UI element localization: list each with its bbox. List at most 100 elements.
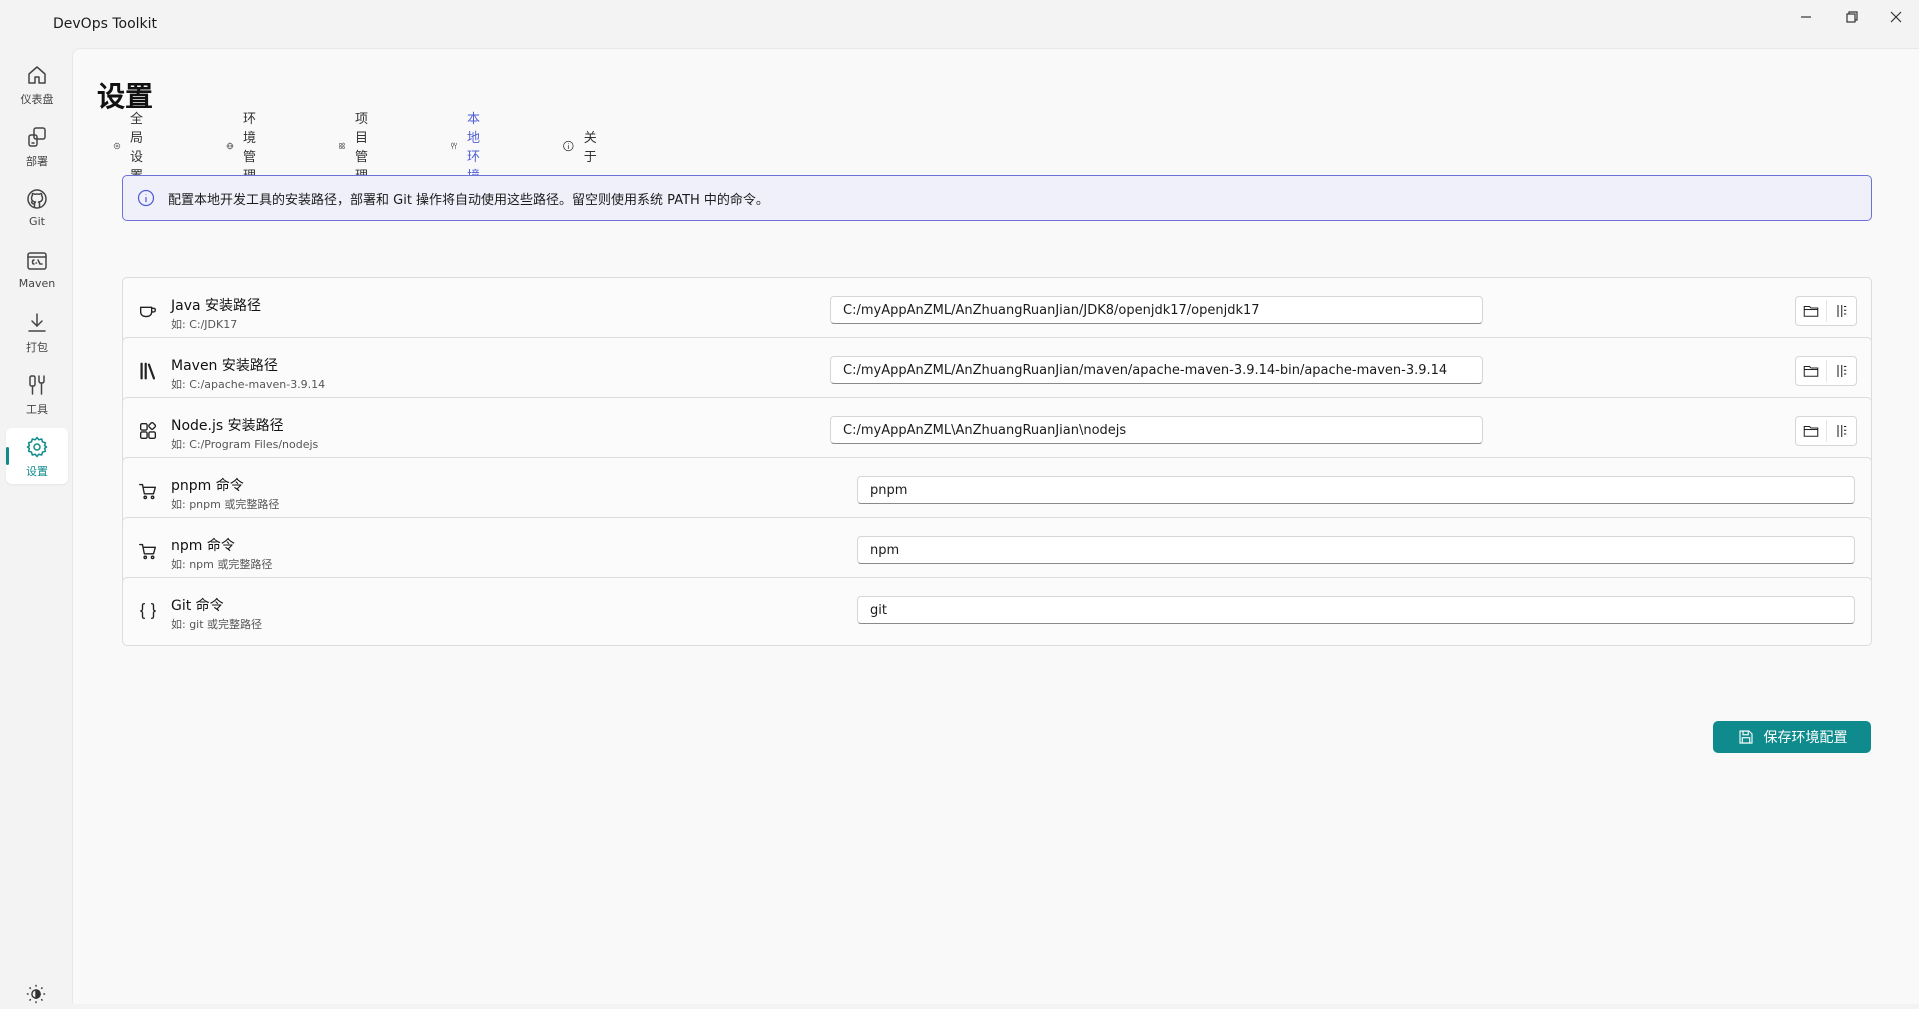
tab-label: 本地环境 [466,112,480,184]
maven-path-input[interactable]: C:/myAppAnZML/AnZhuangRuanJian/maven/apa… [830,356,1483,384]
setting-hint: 如: git 或完整路径 [171,618,263,631]
apps-icon [137,420,159,442]
setting-row-nodejs: Node.js 安装路径 如: C:/Program Files/nodejs … [122,397,1872,466]
gear-icon [113,142,121,150]
npm-command-input[interactable]: npm [857,536,1855,564]
clear-path-button[interactable] [1826,417,1856,445]
download-icon [28,313,46,332]
setting-title: Node.js 安装路径 [171,418,284,434]
tab-label: 关于 [583,131,597,165]
tab-label: 项目管理 [354,112,368,184]
setting-row-java: Java 安装路径 如: C:/JDK17 C:/myAppAnZML/AnZh… [122,277,1872,346]
sidebar-item-label: 工具 [26,403,48,416]
info-text: 配置本地开发工具的安装路径，部署和 Git 操作将自动使用这些路径。留空则使用系… [168,192,769,208]
browse-folder-button[interactable] [1796,417,1826,445]
cart-icon [137,480,159,502]
sidebar-item-maven[interactable]: Maven [6,242,68,298]
minimize-button[interactable] [1783,0,1829,34]
cart-icon [137,540,159,562]
setting-row-git: Git 命令 如: git 或完整路径 git [122,577,1872,646]
setting-hint: 如: C:/JDK17 [171,318,238,331]
clear-icon [1837,305,1847,317]
clear-path-button[interactable] [1826,357,1856,385]
main-content: 设置 全局设置 环境管理 项目管理 本地环境 关于 配置本地开发工具的安装路径，… [72,48,1919,1004]
library-icon [137,360,159,382]
setting-title: pnpm 命令 [171,478,244,494]
sidebar-item-git[interactable]: Git [6,180,68,236]
nodejs-path-input[interactable]: C:/myAppAnZML\AnZhuangRuanJian\nodejs [830,416,1483,444]
folder-icon [1803,425,1819,437]
setting-title: Git 命令 [171,598,224,614]
braces-icon [137,600,159,622]
app-title: DevOps Toolkit [53,16,158,32]
sidebar-item-deploy[interactable]: 部署 [6,118,68,174]
home-icon [28,66,46,84]
browse-folder-button[interactable] [1796,357,1826,385]
theme-toggle-icon [26,984,46,1004]
apps-icon [339,142,345,149]
setting-title: Maven 安装路径 [171,358,278,374]
sidebar-item-settings[interactable]: 设置 [6,428,68,484]
setting-hint: 如: pnpm 或完整路径 [171,498,280,511]
maven-path-actions [1795,356,1857,386]
sidebar-item-package[interactable]: 打包 [6,304,68,360]
clear-icon [1837,365,1847,377]
pnpm-command-input[interactable]: pnpm [857,476,1855,504]
clear-icon [1837,425,1847,437]
theme-toggle-button[interactable] [25,983,47,1005]
gear-icon [26,436,48,458]
sidebar-item-label: 设置 [26,465,48,478]
folder-icon [1803,305,1819,317]
tab-environment-management[interactable]: 环境管理 [226,112,266,184]
info-icon [563,140,574,152]
sidebar-item-label: Git [29,215,45,228]
save-icon [1738,730,1753,744]
info-banner: 配置本地开发工具的安装路径，部署和 Git 操作将自动使用这些路径。留空则使用系… [122,175,1872,221]
minimize-icon [1801,16,1811,18]
coffee-icon [137,300,159,322]
github-icon [27,189,47,209]
tab-label: 全局设置 [129,112,143,184]
nodejs-path-actions [1795,416,1857,446]
save-environment-button[interactable]: 保存环境配置 [1713,721,1871,753]
sidebar-item-dashboard[interactable]: 仪表盘 [6,56,68,112]
tab-label: 环境管理 [242,112,256,184]
browse-folder-button[interactable] [1796,297,1826,325]
setting-title: Java 安装路径 [171,298,262,314]
tab-local-environment[interactable]: 本地环境 [450,112,490,184]
clear-path-button[interactable] [1826,297,1856,325]
setting-row-maven: Maven 安装路径 如: C:/apache-maven-3.9.14 C:/… [122,337,1872,406]
info-icon [137,189,155,207]
java-path-input[interactable]: C:/myAppAnZML/AnZhuangRuanJian/JDK8/open… [830,296,1483,324]
tools-icon [29,375,45,395]
terminal-icon [27,252,47,270]
restore-button[interactable] [1829,0,1875,34]
sidebar-item-label: 打包 [26,341,48,354]
git-command-input[interactable]: git [857,596,1855,624]
setting-title: npm 命令 [171,538,235,554]
folder-icon [1803,365,1819,377]
tab-project-management[interactable]: 项目管理 [338,112,378,184]
sidebar-item-tools[interactable]: 工具 [6,366,68,422]
setting-hint: 如: C:/Program Files/nodejs [171,438,319,451]
sidebar-item-label: 仪表盘 [20,93,54,106]
globe-icon [226,142,234,150]
wrench-icon [451,142,457,150]
sidebar: 仪表盘 部署 Git Maven 打包 工具 设置 [0,48,72,1005]
sidebar-item-label: 部署 [26,155,48,168]
close-icon [1890,11,1902,23]
restore-icon [1846,11,1858,23]
java-path-actions [1795,296,1857,326]
setting-row-pnpm: pnpm 命令 如: pnpm 或完整路径 pnpm [122,457,1872,526]
tab-about[interactable]: 关于 [562,131,602,165]
close-button[interactable] [1873,0,1919,34]
setting-hint: 如: C:/apache-maven-3.9.14 [171,378,326,391]
setting-hint: 如: npm 或完整路径 [171,558,273,571]
active-indicator [6,447,9,465]
title-bar: DevOps Toolkit [0,0,1919,48]
setting-row-npm: npm 命令 如: npm 或完整路径 npm [122,517,1872,586]
save-button-label: 保存环境配置 [1763,730,1848,746]
tab-global-settings[interactable]: 全局设置 [113,112,153,184]
deploy-icon [28,127,46,147]
sidebar-item-label: Maven [18,277,56,290]
